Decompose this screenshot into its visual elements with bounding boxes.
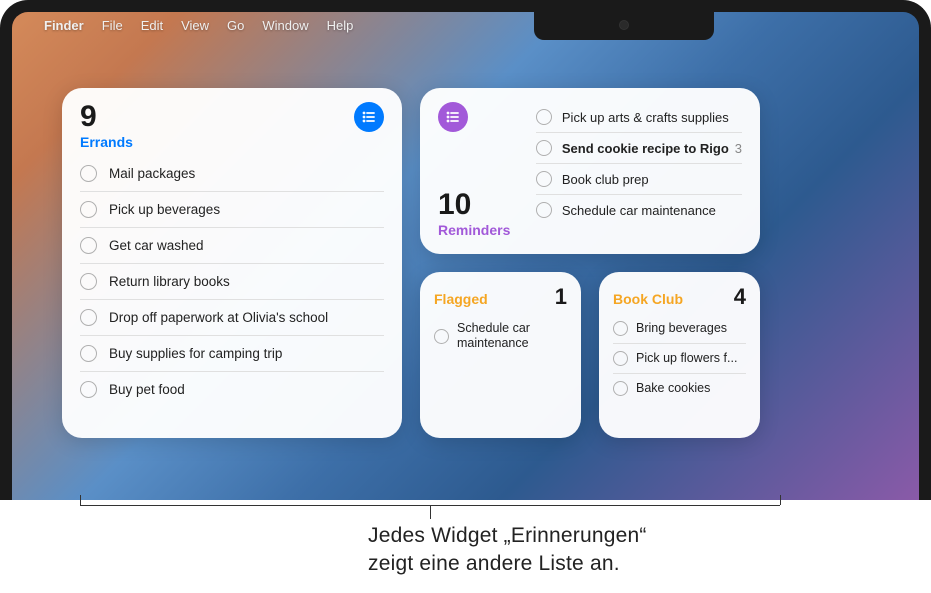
widget-flagged[interactable]: Flagged 1 Schedule car maintenance	[420, 272, 581, 438]
flagged-label: Flagged	[434, 291, 488, 307]
list-item[interactable]: Get car washed	[80, 227, 384, 263]
widget-errands[interactable]: 9 Errands Mail packages Pick up beverage…	[62, 88, 402, 438]
reminders-label: Reminders	[438, 222, 536, 238]
menu-help[interactable]: Help	[327, 18, 354, 33]
reminders-list: Pick up arts & crafts supplies Send cook…	[536, 102, 742, 244]
list-item[interactable]: Pick up flowers f...	[613, 343, 746, 373]
callout-bracket	[780, 495, 781, 505]
list-item[interactable]: Pick up beverages	[80, 191, 384, 227]
item-count-badge: 3	[735, 141, 742, 156]
radio-icon[interactable]	[536, 202, 552, 218]
widget-header: 9 Errands	[80, 102, 384, 150]
list-item[interactable]: Schedule car maintenance	[536, 194, 742, 225]
list-item[interactable]: Drop off paperwork at Olivia's school	[80, 299, 384, 335]
radio-icon[interactable]	[80, 381, 97, 398]
radio-icon[interactable]	[536, 171, 552, 187]
widget-bookclub[interactable]: Book Club 4 Bring beverages Pick up flow…	[599, 272, 760, 438]
flagged-list: Schedule car maintenance	[434, 314, 567, 358]
list-item[interactable]: Bring beverages	[613, 314, 746, 343]
menubar: Finder File Edit View Go Window Help	[12, 12, 919, 38]
errands-list: Mail packages Pick up beverages Get car …	[80, 156, 384, 407]
menu-edit[interactable]: Edit	[141, 18, 163, 33]
caption-line: zeigt eine andere Liste an.	[368, 550, 647, 578]
menu-file[interactable]: File	[102, 18, 123, 33]
bookclub-label: Book Club	[613, 291, 683, 307]
radio-icon[interactable]	[80, 201, 97, 218]
desktop: 9 Errands Mail packages Pick up beverage…	[12, 38, 919, 500]
list-item[interactable]: Schedule car maintenance	[434, 314, 567, 358]
caption: Jedes Widget „Erinnerungen“ zeigt eine a…	[368, 522, 647, 579]
radio-icon[interactable]	[613, 381, 628, 396]
radio-icon[interactable]	[434, 329, 449, 344]
radio-icon[interactable]	[80, 237, 97, 254]
radio-icon[interactable]	[536, 109, 552, 125]
menubar-app[interactable]: Finder	[44, 18, 84, 33]
callout-bracket	[430, 505, 431, 519]
radio-icon[interactable]	[536, 140, 552, 156]
radio-icon[interactable]	[613, 321, 628, 336]
radio-icon[interactable]	[80, 273, 97, 290]
small-widget-row: Flagged 1 Schedule car maintenance Book …	[420, 272, 760, 438]
camera-dot	[619, 20, 629, 30]
radio-icon[interactable]	[80, 345, 97, 362]
menu-view[interactable]: View	[181, 18, 209, 33]
list-item[interactable]: Return library books	[80, 263, 384, 299]
list-item[interactable]: Pick up arts & crafts supplies	[536, 102, 742, 132]
list-icon	[354, 102, 384, 132]
list-item[interactable]: Send cookie recipe to Rigo3	[536, 132, 742, 163]
notch	[534, 12, 714, 40]
menu-go[interactable]: Go	[227, 18, 244, 33]
radio-icon[interactable]	[613, 351, 628, 366]
list-item[interactable]: Buy pet food	[80, 371, 384, 407]
widget-grid: 9 Errands Mail packages Pick up beverage…	[62, 88, 869, 438]
radio-icon[interactable]	[80, 165, 97, 182]
reminders-count: 10	[438, 190, 536, 220]
radio-icon[interactable]	[80, 309, 97, 326]
list-item[interactable]: Bake cookies	[613, 373, 746, 403]
flagged-count: 1	[555, 284, 567, 310]
caption-line: Jedes Widget „Erinnerungen“	[368, 522, 647, 550]
errands-count: 9	[80, 102, 133, 132]
bookclub-count: 4	[734, 284, 746, 310]
list-item[interactable]: Buy supplies for camping trip	[80, 335, 384, 371]
errands-label: Errands	[80, 134, 133, 150]
device-frame: Finder File Edit View Go Window Help 9 E…	[0, 0, 931, 500]
menu-window[interactable]: Window	[262, 18, 308, 33]
callout-bracket	[80, 495, 81, 505]
bookclub-list: Bring beverages Pick up flowers f... Bak…	[613, 314, 746, 403]
list-item[interactable]: Book club prep	[536, 163, 742, 194]
list-icon	[438, 102, 468, 132]
widget-reminders[interactable]: 10 Reminders Pick up arts & crafts suppl…	[420, 88, 760, 254]
list-item[interactable]: Mail packages	[80, 156, 384, 191]
